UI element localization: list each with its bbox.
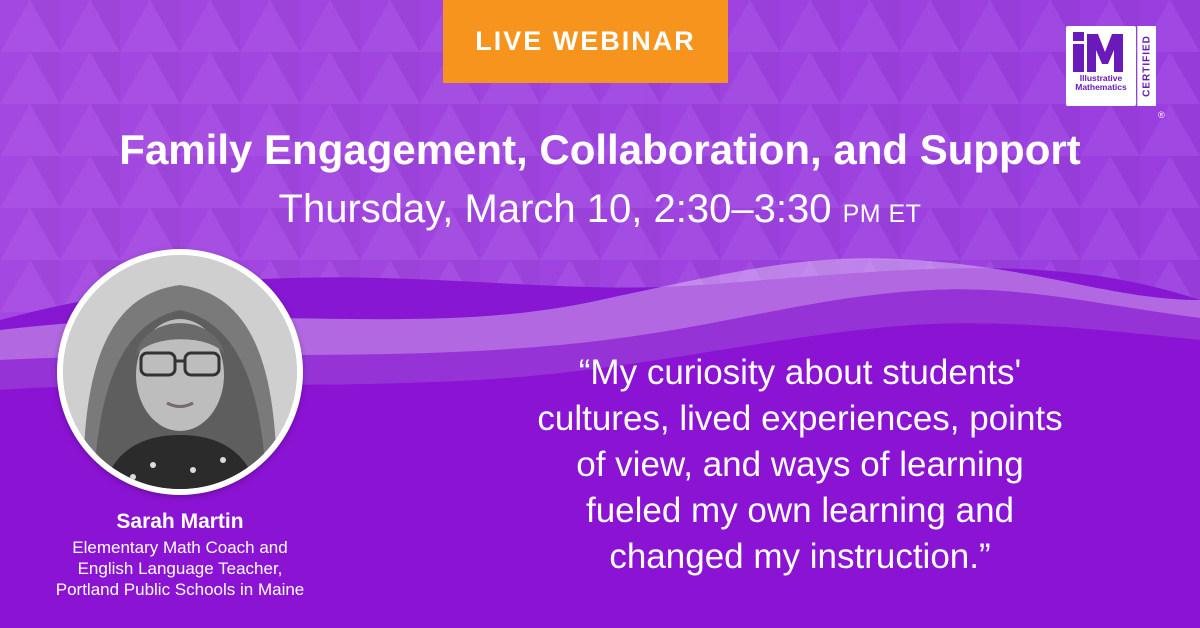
webinar-card: LIVE WEBINAR Illustrative Mathematics CE… xyxy=(0,0,1200,628)
speaker-photo xyxy=(63,255,297,489)
live-webinar-badge: LIVE WEBINAR xyxy=(443,0,728,83)
speaker-role-line2: English Language Teacher, xyxy=(77,559,283,578)
speaker-role-line1: Elementary Math Coach and xyxy=(72,538,288,557)
illustrative-mathematics-logo: Illustrative Mathematics CERTIFIED xyxy=(1066,26,1158,108)
quote-line5: changed my instruction.” xyxy=(609,537,991,576)
speaker-portrait-image xyxy=(63,255,297,489)
logo-box: Illustrative Mathematics xyxy=(1066,26,1136,106)
logo-certified-strip: CERTIFIED xyxy=(1137,26,1156,106)
speaker-role-line3: Portland Public Schools in Maine xyxy=(55,580,305,599)
im-logo-mark xyxy=(1073,32,1123,72)
quote-line3: of view, and ways of learning xyxy=(576,445,1024,484)
quote-line1: “My curiosity about students' xyxy=(578,353,1022,392)
speaker-name: Sarah Martin xyxy=(116,510,244,533)
speaker-quote: “My curiosity about students' cultures, … xyxy=(470,350,1130,580)
quote-line4: fueled my own learning and xyxy=(585,491,1015,530)
quote-line2: cultures, lived experiences, points xyxy=(537,399,1063,438)
live-webinar-label: LIVE WEBINAR xyxy=(475,26,696,56)
logo-line2: Mathematics xyxy=(1075,82,1127,92)
event-date-main: Thursday, March 10, 2:30–3:30 xyxy=(278,187,843,231)
event-title: Family Engagement, Collaboration, and Su… xyxy=(119,126,1081,173)
logo-certified-label: CERTIFIED xyxy=(1141,35,1153,97)
speaker-role: Elementary Math Coach and English Langua… xyxy=(20,537,340,600)
registered-mark: ® xyxy=(1158,110,1165,120)
event-date-suffix: PM ET xyxy=(842,200,922,228)
event-date: Thursday, March 10, 2:30–3:30 PM ET xyxy=(0,186,1200,237)
